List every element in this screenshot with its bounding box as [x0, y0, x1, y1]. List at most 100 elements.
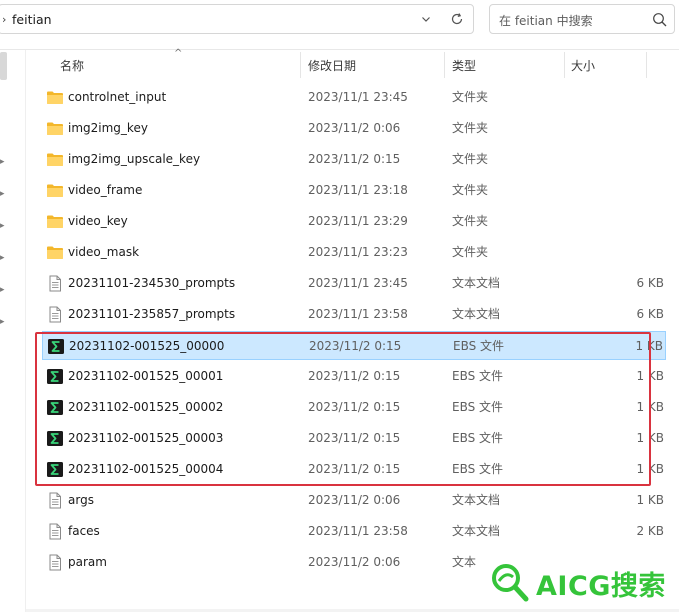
file-modified-date: 2023/11/2 0:15	[309, 339, 402, 353]
file-modified-date: 2023/11/1 23:45	[308, 90, 408, 104]
watermark-text: AICG搜索	[536, 571, 666, 602]
column-date[interactable]: 修改日期	[308, 50, 444, 80]
file-type: 文本文档	[452, 307, 501, 321]
column-name-label: 名称	[60, 58, 85, 73]
file-size: 1 KB	[636, 431, 664, 445]
file-modified-date: 2023/11/1 23:23	[308, 245, 408, 259]
column-separator[interactable]	[564, 52, 565, 78]
folder-icon	[46, 89, 64, 106]
file-row[interactable]: 20231102-001525_00001 2023/11/2 0:15 EBS 文…	[42, 362, 666, 391]
column-name[interactable]: 名称	[60, 50, 300, 80]
ebs-file-icon	[46, 430, 64, 447]
column-type-label: 类型	[452, 58, 477, 73]
file-row[interactable]: 20231101-235857_prompts 2023/11/1 23:58 文本…	[42, 300, 666, 329]
file-size	[604, 114, 664, 143]
search-placeholder: 在 feitian 中搜索	[499, 14, 593, 28]
file-row[interactable]: 20231101-234530_prompts 2023/11/1 23:45 文本…	[42, 269, 666, 298]
file-type: 文件夹	[452, 183, 489, 197]
chevron-down-icon[interactable]	[417, 10, 435, 28]
file-name: 20231101-234530_prompts	[68, 276, 236, 290]
text-file-icon	[46, 554, 64, 571]
refresh-icon[interactable]	[448, 10, 466, 28]
file-row[interactable]: args 2023/11/2 0:06 文本文档 1 KB	[42, 486, 666, 515]
pin-icon: ▸	[0, 189, 5, 199]
pin-icon: ▸	[0, 221, 5, 231]
folder-icon	[46, 213, 64, 230]
column-date-label: 修改日期	[308, 58, 357, 73]
ebs-file-icon	[47, 338, 65, 355]
file-modified-date: 2023/11/1 23:18	[308, 183, 408, 197]
file-type: 文本文档	[452, 276, 501, 290]
file-size: 1 KB	[636, 462, 664, 476]
file-size: 1 KB	[636, 400, 664, 414]
file-row[interactable]: video_frame 2023/11/1 23:18 文件夹	[42, 176, 666, 205]
file-name: 20231102-001525_00004	[68, 462, 224, 476]
file-type: 文件夹	[452, 152, 489, 166]
file-type: 文件夹	[452, 121, 489, 135]
file-modified-date: 2023/11/2 0:06	[308, 555, 401, 569]
file-modified-date: 2023/11/2 0:15	[308, 369, 401, 383]
file-row[interactable]: video_key 2023/11/1 23:29 文件夹	[42, 207, 666, 236]
pane-divider	[25, 50, 26, 612]
file-modified-date: 2023/11/1 23:45	[308, 276, 408, 290]
file-name: args	[68, 493, 94, 507]
breadcrumb-current-folder[interactable]: feitian	[12, 12, 52, 27]
file-name: 20231101-235857_prompts	[68, 307, 236, 321]
watermark-logo-icon	[492, 564, 529, 602]
file-name: controlnet_input	[68, 90, 167, 104]
breadcrumb-separator-icon: ›	[2, 13, 7, 26]
ebs-file-icon	[46, 461, 64, 478]
text-file-icon	[46, 523, 64, 540]
file-modified-date: 2023/11/1 23:29	[308, 214, 408, 228]
pin-icon: ▸	[0, 253, 5, 263]
file-name: video_mask	[68, 245, 140, 259]
folder-icon	[46, 244, 64, 261]
column-separator[interactable]	[646, 52, 647, 78]
pin-icon: ▸	[0, 157, 5, 167]
file-size	[604, 145, 664, 174]
column-size-label: 大小	[571, 58, 596, 73]
file-type: 文本	[452, 555, 477, 569]
column-separator[interactable]	[300, 52, 301, 78]
file-row[interactable]: video_mask 2023/11/1 23:23 文件夹	[42, 238, 666, 267]
file-modified-date: 2023/11/2 0:06	[308, 121, 401, 135]
address-bar[interactable]: › feitian	[0, 4, 474, 34]
watermark: AICG搜索	[482, 553, 679, 612]
folder-icon	[46, 182, 64, 199]
column-size[interactable]: 大小	[571, 50, 647, 80]
file-modified-date: 2023/11/2 0:15	[308, 152, 401, 166]
search-icon[interactable]	[651, 11, 669, 29]
search-input[interactable]: 在 feitian 中搜索	[489, 4, 675, 34]
file-type: EBS 文件	[452, 431, 504, 445]
file-row[interactable]: img2img_upscale_key 2023/11/2 0:15 文件夹	[42, 145, 666, 174]
file-name: faces	[68, 524, 100, 538]
file-row[interactable]: 20231102-001525_00002 2023/11/2 0:15 EBS 文…	[42, 393, 666, 422]
file-modified-date: 2023/11/1 23:58	[308, 524, 408, 538]
navigation-pane[interactable]: ▸ ▸ ▸ ▸ ▸ ▸	[0, 50, 26, 612]
text-file-icon	[46, 492, 64, 509]
column-separator[interactable]	[444, 52, 445, 78]
file-size: 1 KB	[636, 369, 664, 383]
pin-icon: ▸	[0, 285, 5, 295]
file-name: img2img_upscale_key	[68, 152, 201, 166]
file-name: param	[68, 555, 107, 569]
column-type[interactable]: 类型	[452, 50, 564, 80]
file-row[interactable]: img2img_key 2023/11/2 0:06 文件夹	[42, 114, 666, 143]
file-type: EBS 文件	[452, 369, 504, 383]
file-type: 文件夹	[452, 245, 489, 259]
column-header: ^ 名称 修改日期 类型 大小	[26, 48, 679, 80]
ebs-file-icon	[46, 368, 64, 385]
file-modified-date: 2023/11/2 0:15	[308, 400, 401, 414]
file-row[interactable]: 20231102-001525_00003 2023/11/2 0:15 EBS 文…	[42, 424, 666, 453]
file-row[interactable]: 20231102-001525_00004 2023/11/2 0:15 EBS 文…	[42, 455, 666, 484]
file-name: 20231102-001525_00003	[68, 431, 224, 445]
file-type: 文件夹	[452, 214, 489, 228]
file-row[interactable]: 20231102-001525_00000 2023/11/2 0:15 EBS 文…	[42, 331, 666, 360]
text-file-icon	[46, 306, 64, 323]
file-name: 20231102-001525_00001	[68, 369, 224, 383]
file-size: 6 KB	[636, 276, 664, 290]
nav-scrollbar-thumb[interactable]	[0, 52, 7, 80]
pin-icon: ▸	[0, 317, 5, 327]
file-row[interactable]: faces 2023/11/1 23:58 文本文档 2 KB	[42, 517, 666, 546]
file-row[interactable]: controlnet_input 2023/11/1 23:45 文件夹	[42, 83, 666, 112]
